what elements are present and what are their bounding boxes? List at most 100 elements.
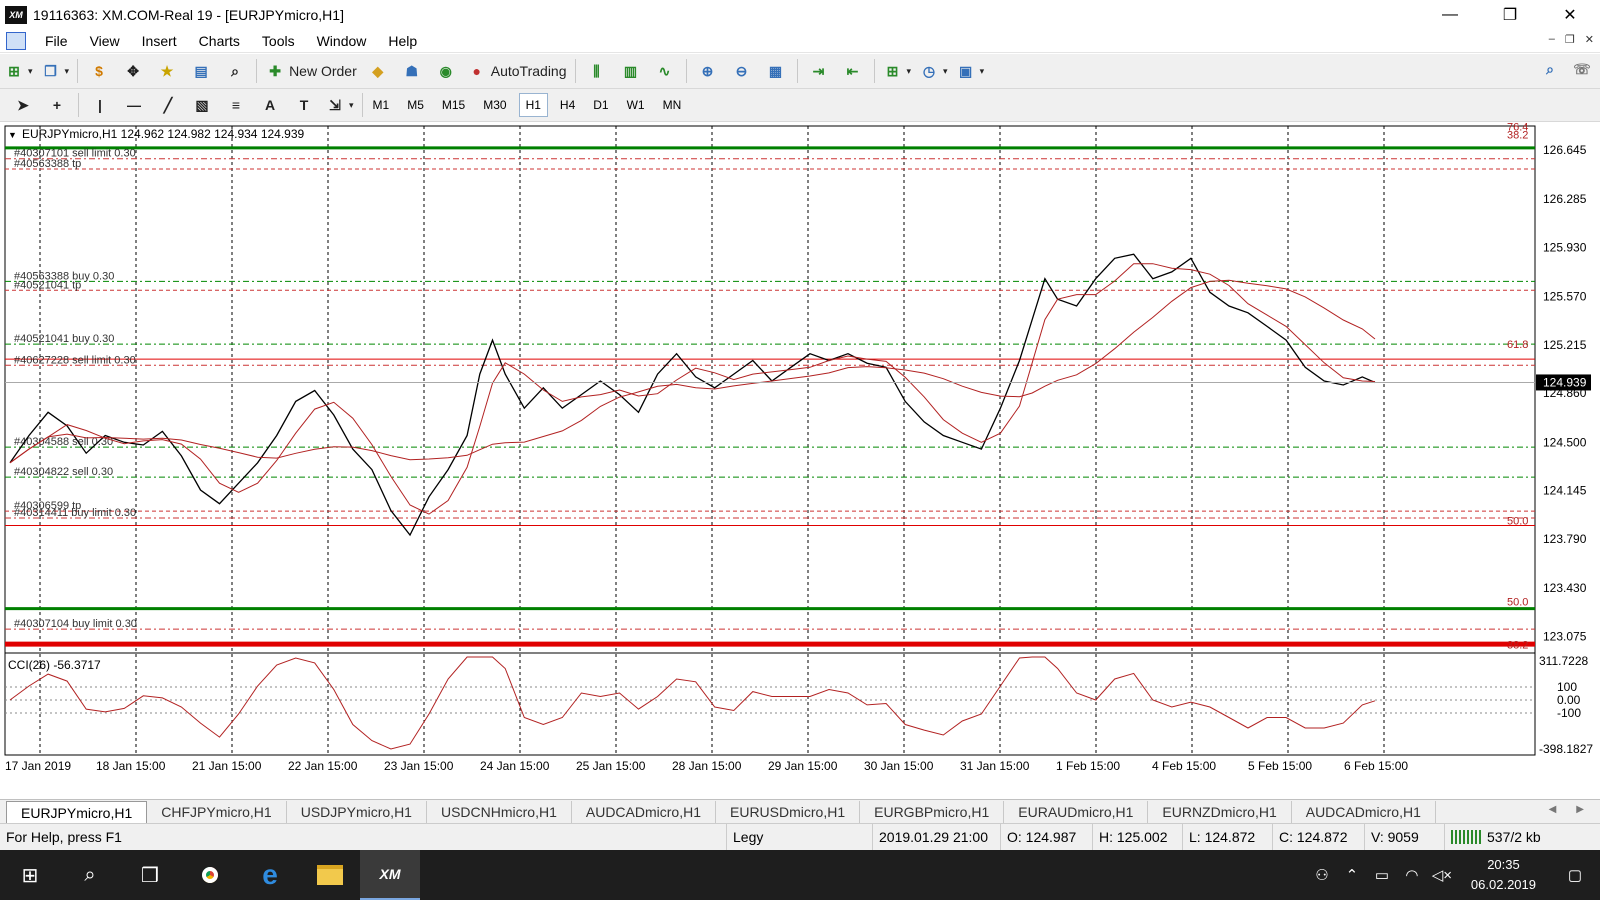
battery-icon[interactable]: ▭ [1367,866,1397,884]
text-icon: A [264,97,276,113]
autotrading-button[interactable]: ● AutoTrading [467,58,567,84]
timeframe-d1[interactable]: D1 [587,93,614,117]
auto-scroll-button[interactable]: ⇥ [806,58,832,84]
chart-shift-button[interactable]: ⇤ [840,58,866,84]
zoom-out-button[interactable]: ⊖ [729,58,755,84]
task-view-button[interactable]: ❒ [120,850,180,900]
time-axis-label: 5 Feb 15:00 [1248,759,1312,773]
time-axis-label: 21 Jan 15:00 [192,759,262,773]
menu-insert[interactable]: Insert [131,33,188,49]
price-axis-label: 125.930 [1543,240,1587,254]
new-order-button[interactable]: ✚ New Order [265,58,357,84]
symbol-tab-9[interactable]: AUDCADmicro,H1 [1292,801,1436,823]
fibo-level-label: 38.2 [1507,130,1528,142]
strategy-tester-button[interactable]: ⌕ [222,58,248,84]
label-tool[interactable]: T [291,92,317,118]
chart-window-icon[interactable] [6,31,26,50]
timeframe-m1[interactable]: M1 [367,93,396,117]
edge-button[interactable]: e [240,850,300,900]
indicators-button[interactable]: ⊞ ▾ [883,58,911,84]
fibo-tool[interactable]: ≡ [223,92,249,118]
search-icon[interactable]: ⌕ [1540,59,1560,79]
start-button[interactable]: ⊞ [0,850,60,900]
system-clock[interactable]: 20:35 06.02.2019 [1471,855,1536,895]
arrows-tool[interactable]: ⇲ ▾ [325,92,353,118]
timeframe-m15[interactable]: M15 [436,93,471,117]
symbol-tab-3[interactable]: USDCNHmicro,H1 [427,801,572,823]
symbol-tab-7[interactable]: EURAUDmicro,H1 [1004,801,1149,823]
symbol-tab-6[interactable]: EURGBPmicro,H1 [860,801,1005,823]
zoom-in-button[interactable]: ⊕ [695,58,721,84]
timeframe-w1[interactable]: W1 [621,93,651,117]
connection-status[interactable]: 537/2 kb [1444,823,1600,851]
close-button[interactable]: ✕ [1540,0,1600,29]
mdi-restore-icon[interactable]: ❐ [1565,33,1575,46]
periods-button[interactable]: ◷ ▾ [919,58,948,84]
market-button[interactable]: ◉ [433,58,459,84]
horizontal-line-tool[interactable]: — [121,92,147,118]
file-explorer-button[interactable] [300,850,360,900]
price-chart[interactable]: 17 Jan 2019 18 Jan 15:00 21 Jan 15:00 22 Ja… [0,121,1600,799]
menu-tools[interactable]: Tools [251,33,306,49]
line-chart-button[interactable]: ∿ [652,58,678,84]
tab-scroll-right-icon[interactable]: ▶ [1576,804,1584,815]
chrome-button[interactable] [180,850,240,900]
cursor-tool[interactable]: ➤ [10,92,36,118]
timeframe-m5[interactable]: M5 [401,93,430,117]
maximize-button[interactable]: ❐ [1480,0,1540,29]
horizontal-line-icon: — [127,97,141,113]
candlestick-button[interactable]: ▥ [618,58,644,84]
text-label-icon: T [299,97,309,113]
data-window-button[interactable]: ✥ [120,58,146,84]
mdi-close-icon[interactable]: ✕ [1585,33,1594,46]
menu-charts[interactable]: Charts [188,33,251,49]
new-chart-button[interactable]: ⊞ ▾ [4,58,32,84]
bar-chart-button[interactable]: ⫼ [584,58,610,84]
menu-view[interactable]: View [79,33,131,49]
crosshair-tool[interactable]: + [44,92,70,118]
navigator-button[interactable]: ★ [154,58,180,84]
chevron-up-icon[interactable]: ⌃ [1337,866,1367,884]
vertical-line-icon: | [98,97,102,113]
tab-scroll-left-icon[interactable]: ◀ [1549,804,1557,815]
chat-icon[interactable]: ☏ [1572,59,1592,79]
mdi-minimize-icon[interactable]: – [1549,33,1555,46]
symbol-tab-8[interactable]: EURNZDmicro,H1 [1148,801,1292,823]
menu-window[interactable]: Window [306,33,378,49]
trendline-tool[interactable]: ╱ [155,92,181,118]
time-axis-label: 23 Jan 15:00 [384,759,454,773]
bar-open: O: 124.987 [1000,823,1092,851]
timeframe-mn[interactable]: MN [657,93,688,117]
xm-terminal-button[interactable]: XM [360,850,420,900]
tile-windows-button[interactable]: ▦ [763,58,789,84]
order-line-label: #40521041 tp [14,279,81,291]
minimize-button[interactable]: — [1420,0,1480,29]
market-watch-button[interactable]: $ [86,58,112,84]
search-button[interactable]: ⌕ [60,850,120,900]
symbol-tab-2[interactable]: USDJPYmicro,H1 [287,801,427,823]
vertical-line-tool[interactable]: | [87,92,113,118]
chart-window[interactable]: 17 Jan 2019 18 Jan 15:00 21 Jan 15:00 22 Ja… [0,121,1600,799]
menu-file[interactable]: File [34,33,79,49]
text-tool[interactable]: A [257,92,283,118]
symbol-tab-1[interactable]: CHFJPYmicro,H1 [147,801,287,823]
menu-bar: File View Insert Charts Tools Window Hel… [0,29,1600,53]
metaeditor-button[interactable]: ◆ [365,58,391,84]
people-icon[interactable]: ⚇ [1307,866,1337,884]
timeframe-h4[interactable]: H4 [554,93,581,117]
signals-button[interactable]: ☗ [399,58,425,84]
timeframe-h1[interactable]: H1 [518,93,548,117]
menu-help[interactable]: Help [377,33,428,49]
templates-button[interactable]: ▣ ▾ [956,58,984,84]
notifications-icon[interactable]: ▢ [1550,866,1600,884]
timeframe-m30[interactable]: M30 [477,93,512,117]
profiles-button[interactable]: ❐ ▾ [41,58,69,84]
bar-chart-icon: ⫼ [593,62,600,79]
symbol-tab-4[interactable]: AUDCADmicro,H1 [572,801,716,823]
terminal-button[interactable]: ▤ [188,58,214,84]
wifi-icon[interactable]: ◠ [1397,866,1427,884]
symbol-tab-5[interactable]: EURUSDmicro,H1 [716,801,861,823]
volume-icon[interactable]: ◁× [1427,866,1457,884]
symbol-tab-0[interactable]: EURJPYmicro,H1 [6,801,148,823]
channel-tool[interactable]: ▧ [189,92,215,118]
